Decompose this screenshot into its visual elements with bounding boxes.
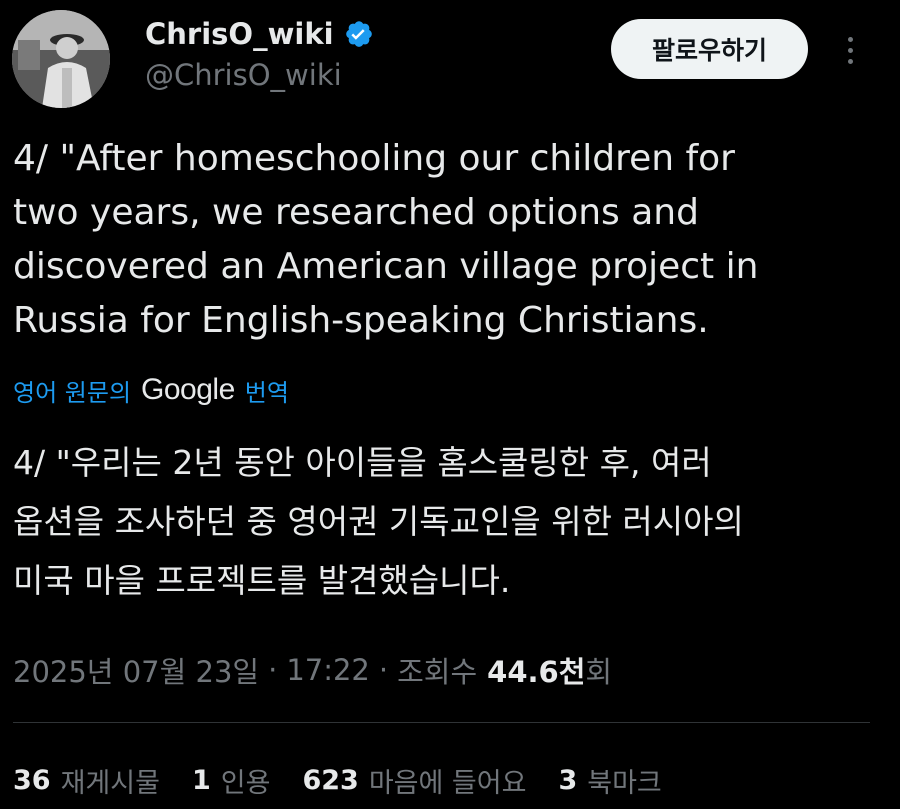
quotes-stat[interactable]: 1 인용	[192, 761, 270, 800]
author-handle[interactable]: @ChrisO_wiki	[145, 58, 342, 92]
views-suffix: 회	[585, 655, 613, 689]
tweet-line: 4/ "After homeschooling our children for	[13, 138, 735, 179]
translated-line: 미국 마을 프로젝트를 발견했습니다.	[13, 561, 511, 600]
post-date[interactable]: 2025년 07월 23일	[13, 649, 259, 691]
quotes-label: 인용	[220, 767, 271, 799]
google-logo: Google	[141, 373, 235, 406]
likes-count: 623	[302, 764, 359, 796]
more-vertical-icon[interactable]	[830, 30, 870, 70]
likes-label: 마음에 들어요	[368, 767, 527, 799]
tweet-line: discovered an American village project i…	[13, 246, 759, 287]
likes-stat[interactable]: 623 마음에 들어요	[302, 761, 526, 800]
translated-line: 옵션을 조사하던 중 영어권 기독교인을 위한 러시아의	[13, 502, 744, 541]
translated-line: 4/ "우리는 2년 동안 아이들을 홈스쿨링한 후, 여러	[13, 443, 712, 482]
translated-text: 4/ "우리는 2년 동안 아이들을 홈스쿨링한 후, 여러 옵션을 조사하던 …	[13, 433, 883, 610]
verified-badge-icon[interactable]	[344, 19, 374, 49]
bookmarks-stat[interactable]: 3 북마크	[558, 761, 661, 800]
avatar-image	[12, 10, 110, 108]
post-time[interactable]: 17:22	[286, 653, 370, 687]
views-label: 조회수	[397, 655, 478, 689]
follow-button[interactable]: 팔로우하기	[611, 19, 808, 79]
more-dot	[847, 47, 853, 53]
engagement-stats: 36 재게시물 1 인용 623 마음에 들어요 3 북마크	[13, 758, 694, 802]
bookmarks-count: 3	[558, 764, 578, 796]
author-display-name[interactable]: ChrisO_wiki	[145, 17, 334, 51]
reposts-stat[interactable]: 36 재게시물	[13, 761, 160, 800]
tweet-line: Russia for English-speaking Christians.	[13, 300, 709, 341]
avatar[interactable]	[12, 10, 110, 108]
tweet-line: two years, we researched options and	[13, 192, 699, 233]
bookmarks-label: 북마크	[587, 767, 662, 799]
views-count: 44.6천	[487, 655, 586, 689]
quotes-count: 1	[191, 764, 211, 796]
more-dot	[847, 58, 853, 64]
more-dot	[847, 36, 853, 42]
tweet-text: 4/ "After homeschooling our children for…	[13, 132, 873, 348]
translation-prefix[interactable]: 영어 원문의	[13, 373, 131, 408]
meta-separator: ·	[378, 653, 389, 687]
translation-attribution[interactable]: 영어 원문의 Google 번역	[13, 370, 289, 410]
meta-separator: ·	[268, 653, 278, 687]
author-name-row[interactable]: ChrisO_wiki	[145, 14, 374, 54]
tweet-meta: 2025년 07월 23일 · 17:22 · 조회수 44.6천 회	[13, 648, 612, 692]
reposts-count: 36	[13, 764, 51, 796]
translation-suffix[interactable]: 번역	[245, 373, 289, 408]
divider	[13, 722, 870, 723]
reposts-label: 재게시물	[60, 767, 160, 799]
